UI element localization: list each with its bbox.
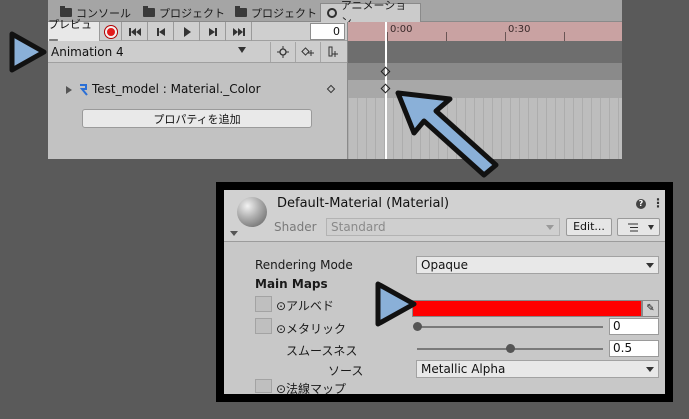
folder-icon <box>235 6 247 17</box>
playback-controls: プレビュー 0 <box>48 18 348 47</box>
smoothness-label: スムースネス <box>286 344 358 358</box>
pointer-arrow-icon <box>395 90 499 178</box>
source-label: ソース <box>328 364 364 378</box>
ruler-tick <box>387 32 388 41</box>
play-icon <box>183 26 191 37</box>
metallic-slider[interactable] <box>417 326 603 328</box>
chevron-down-icon <box>238 47 246 53</box>
chevron-down-icon <box>646 263 654 268</box>
eyedropper-icon[interactable]: ✎ <box>642 300 659 317</box>
animation-window: コンソール プロジェクト プロジェクト アニメーション プレビュー <box>48 0 622 159</box>
smoothness-slider-handle[interactable] <box>506 344 515 353</box>
material-preview-icon <box>237 197 267 227</box>
rendering-mode-dropdown[interactable]: Opaque <box>416 256 659 274</box>
tab-project-2-label: プロジェクト <box>251 6 317 20</box>
skip-end-icon <box>232 27 245 36</box>
add-keyframe-button[interactable] <box>295 42 320 62</box>
material-inspector: Default-Material (Material) ? ⋮ Shader S… <box>224 190 665 396</box>
play-button[interactable] <box>174 22 200 41</box>
event-icon <box>328 46 338 57</box>
shader-label: Shader <box>274 220 317 234</box>
add-key-icon <box>301 47 314 56</box>
time-label-30: 0:30 <box>508 24 531 35</box>
chevron-down-icon <box>648 225 654 230</box>
time-label-start: 0:00 <box>390 24 413 35</box>
chevron-down-icon <box>546 225 554 230</box>
first-keyframe-button[interactable] <box>122 22 148 41</box>
normal-map-texture-slot[interactable] <box>255 379 272 393</box>
list-icon <box>628 223 638 232</box>
material-property-icon <box>79 84 88 96</box>
clip-name: Animation 4 <box>51 45 124 59</box>
rendering-mode-label: Rendering Mode <box>255 258 353 272</box>
albedo-label: ⊙アルベド <box>276 299 334 313</box>
add-property-button[interactable]: プロパティを追加 <box>82 109 312 128</box>
chevron-down-icon <box>646 367 654 372</box>
ruler-tick <box>505 32 506 41</box>
pane-divider[interactable] <box>347 22 348 159</box>
frame-input[interactable]: 0 <box>310 23 345 40</box>
ruler-tick <box>564 32 565 41</box>
help-icon[interactable]: ? <box>636 199 646 209</box>
clip-row: Animation 4 <box>48 41 348 63</box>
record-button[interactable] <box>100 22 122 41</box>
normal-map-label: ⊙法線マップ <box>276 382 347 396</box>
crosshair-icon <box>277 46 289 58</box>
tab-project-label: プロジェクト <box>159 6 225 20</box>
clock-icon <box>327 8 337 18</box>
albedo-color-field[interactable] <box>412 300 642 317</box>
shader-dropdown[interactable]: Standard <box>326 218 560 236</box>
next-keyframe-button[interactable] <box>200 22 226 41</box>
keyframe-diamond-icon[interactable] <box>326 84 336 94</box>
folder-icon <box>143 6 155 17</box>
key-filter-button[interactable] <box>270 42 295 62</box>
source-dropdown[interactable]: Metallic Alpha <box>416 360 659 378</box>
shader-edit-button[interactable]: Edit... <box>566 218 612 236</box>
skip-start-icon <box>128 27 141 36</box>
material-header: Default-Material (Material) ? ⋮ Shader S… <box>224 190 665 242</box>
timeline-summary-row[interactable] <box>348 41 622 63</box>
tab-bar: コンソール プロジェクト プロジェクト アニメーション <box>48 0 622 28</box>
tab-project[interactable]: プロジェクト <box>137 3 231 22</box>
metallic-label: ⊙メタリック <box>276 322 347 336</box>
step-forward-icon <box>208 27 217 36</box>
inspector-frame: Default-Material (Material) ? ⋮ Shader S… <box>216 182 673 402</box>
clip-dropdown[interactable]: Animation 4 <box>48 42 253 62</box>
prev-keyframe-button[interactable] <box>148 22 174 41</box>
pointer-arrow-icon <box>375 281 417 327</box>
smoothness-value-input[interactable]: 0.5 <box>609 340 659 357</box>
metallic-value-input[interactable]: 0 <box>609 318 659 335</box>
tab-project-2[interactable]: プロジェクト <box>229 3 323 22</box>
tab-animation[interactable]: アニメーション <box>320 0 421 28</box>
preview-button[interactable]: プレビュー <box>48 18 100 47</box>
last-keyframe-button[interactable] <box>226 22 252 41</box>
albedo-texture-slot[interactable] <box>255 296 272 312</box>
context-menu-icon[interactable]: ⋮ <box>652 196 664 210</box>
step-back-icon <box>156 27 165 36</box>
expand-arrow-icon[interactable] <box>66 86 72 94</box>
record-icon <box>104 25 117 38</box>
add-event-button[interactable] <box>320 42 345 62</box>
main-maps-heading: Main Maps <box>255 277 328 291</box>
foldout-arrow-icon[interactable] <box>230 231 238 236</box>
pointer-arrow-icon <box>9 31 47 73</box>
animated-property-label[interactable]: Test_model : Material._Color <box>92 82 261 96</box>
metallic-texture-slot[interactable] <box>255 318 272 334</box>
add-property-label: プロパティを追加 <box>153 112 241 126</box>
ruler-tick <box>446 32 447 41</box>
material-title: Default-Material (Material) <box>277 196 450 211</box>
